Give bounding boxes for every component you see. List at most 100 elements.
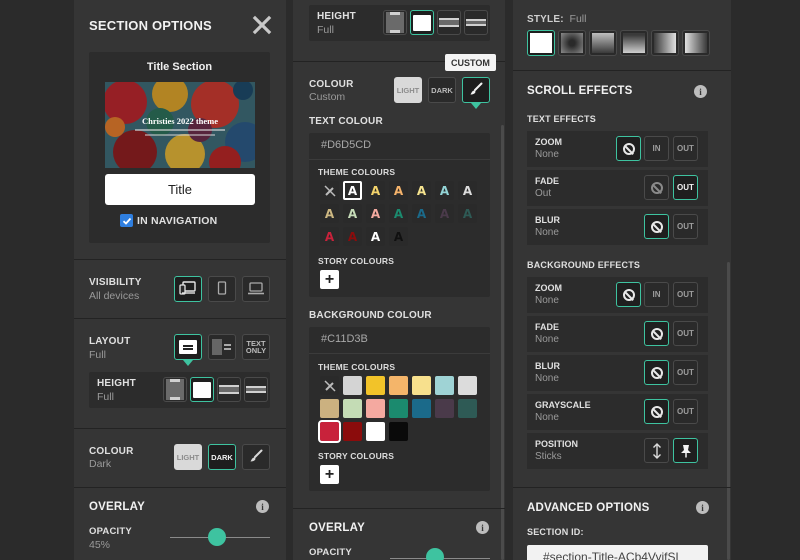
title-input[interactable]: Title [105, 174, 255, 205]
background-colour-swatch[interactable] [318, 420, 341, 443]
position-scroll-button[interactable] [644, 438, 669, 463]
colour-dark-button[interactable]: DARK [428, 77, 456, 103]
colour-light-button[interactable]: LIGHT [174, 444, 202, 470]
background-colour-swatch[interactable] [389, 399, 408, 418]
effect-none-button[interactable] [644, 214, 669, 239]
colour-custom-button[interactable] [242, 444, 270, 470]
background-colour-swatch[interactable] [343, 422, 362, 441]
visibility-value: All devices [89, 290, 140, 302]
effect-none-button[interactable] [616, 282, 641, 307]
height-small-button[interactable] [244, 377, 268, 402]
effect-out-button[interactable]: OUT [673, 360, 698, 385]
background-colour-swatch[interactable] [320, 399, 339, 418]
style-option-button[interactable] [589, 30, 617, 56]
visibility-desktop-button[interactable] [242, 276, 270, 302]
effect-none-button[interactable] [644, 399, 669, 424]
colour-custom-button[interactable] [462, 77, 490, 103]
background-colour-swatch[interactable] [458, 399, 477, 418]
text-colour-swatch[interactable]: A [435, 204, 454, 223]
text-colour-swatch[interactable]: A [320, 227, 339, 246]
panel-scrollbar[interactable] [727, 262, 730, 560]
preview-caption: Title Section [146, 61, 213, 73]
info-icon[interactable]: i [256, 500, 269, 513]
background-colour-swatch[interactable] [366, 422, 385, 441]
height-small-button[interactable] [464, 10, 488, 35]
height-auto-button[interactable] [163, 377, 187, 402]
preview-thumbnail[interactable]: Christies 2022 theme [105, 82, 255, 168]
close-icon[interactable] [252, 15, 272, 35]
text-colour-swatch[interactable]: A [366, 181, 385, 200]
text-colour-swatch[interactable]: A [366, 227, 385, 246]
effect-out-button[interactable]: OUT [673, 399, 698, 424]
height-medium-button[interactable] [437, 10, 461, 35]
background-colour-swatch[interactable] [343, 399, 362, 418]
background-colour-swatch[interactable] [389, 376, 408, 395]
effect-out-button[interactable]: OUT [673, 214, 698, 239]
text-colour-swatch[interactable]: A [458, 181, 477, 200]
effect-none-button[interactable] [644, 175, 669, 200]
layout-split-button[interactable] [208, 334, 236, 360]
effect-in-button[interactable]: IN [644, 136, 669, 161]
background-colour-swatch[interactable] [435, 399, 454, 418]
effect-out-button[interactable]: OUT [673, 136, 698, 161]
text-colour-hex-input[interactable]: #D6D5CD [321, 139, 371, 151]
opacity-slider-knob[interactable] [208, 528, 226, 546]
height-full-button[interactable] [190, 377, 214, 402]
background-colour-swatch[interactable] [412, 376, 431, 395]
checkbox-icon[interactable] [120, 214, 133, 227]
style-option-button[interactable] [527, 30, 555, 56]
background-colour-hex-input[interactable]: #C11D3B [321, 333, 368, 345]
background-colour-swatch[interactable] [389, 422, 408, 441]
effect-none-button[interactable] [644, 360, 669, 385]
text-colour-swatch[interactable]: A [366, 204, 385, 223]
visibility-all-devices-button[interactable] [174, 276, 202, 302]
layout-full-button[interactable] [174, 334, 202, 360]
background-colour-swatch[interactable] [343, 376, 362, 395]
plus-icon[interactable]: + [320, 465, 339, 484]
info-icon[interactable]: i [476, 521, 489, 534]
text-colour-swatch[interactable]: A [320, 204, 339, 223]
position-stick-button[interactable] [673, 438, 698, 463]
text-colour-swatch[interactable]: A [389, 227, 408, 246]
text-colour-swatch[interactable]: A [389, 204, 408, 223]
colour-light-button[interactable]: LIGHT [394, 77, 422, 103]
text-colour-swatch[interactable]: A [412, 181, 431, 200]
effect-out-button[interactable]: OUT [673, 175, 698, 200]
background-colour-swatch[interactable] [366, 376, 385, 395]
opacity-slider-knob[interactable] [426, 548, 444, 560]
text-colour-swatch[interactable]: A [343, 181, 362, 200]
style-option-button[interactable] [651, 30, 679, 56]
text-colour-swatch[interactable]: A [389, 181, 408, 200]
text-colour-swatch[interactable]: A [343, 227, 362, 246]
visibility-mobile-button[interactable] [208, 276, 236, 302]
section-id-input[interactable]: #section-Title-ACb4VyifSL [527, 545, 708, 560]
background-colour-swatch[interactable] [412, 399, 431, 418]
style-option-button[interactable] [620, 30, 648, 56]
no-colour-icon[interactable] [320, 181, 339, 200]
colour-dark-button[interactable]: DARK [208, 444, 236, 470]
background-colour-swatch[interactable] [435, 376, 454, 395]
info-icon[interactable]: i [694, 85, 707, 98]
effect-out-button[interactable]: OUT [673, 282, 698, 307]
plus-icon[interactable]: + [320, 270, 339, 289]
text-colour-swatch[interactable]: A [412, 204, 431, 223]
effect-none-button[interactable] [644, 321, 669, 346]
effect-none-button[interactable] [616, 136, 641, 161]
no-colour-icon[interactable] [320, 376, 339, 395]
background-colour-swatch[interactable] [458, 376, 477, 395]
background-colour-swatch[interactable] [366, 399, 385, 418]
text-colour-swatch[interactable]: A [458, 204, 477, 223]
style-option-button[interactable] [558, 30, 586, 56]
no-entry-icon [650, 405, 663, 418]
style-option-button[interactable] [682, 30, 710, 56]
height-auto-button[interactable] [383, 10, 407, 35]
text-colour-swatch[interactable]: A [343, 204, 362, 223]
text-colour-swatch[interactable]: A [435, 181, 454, 200]
height-full-button[interactable] [410, 10, 434, 35]
layout-text-only-button[interactable]: TEXT ONLY [242, 334, 270, 360]
effect-out-button[interactable]: OUT [673, 321, 698, 346]
panel-scrollbar[interactable] [501, 125, 504, 560]
height-medium-button[interactable] [217, 377, 241, 402]
info-icon[interactable]: i [696, 501, 709, 514]
effect-in-button[interactable]: IN [644, 282, 669, 307]
